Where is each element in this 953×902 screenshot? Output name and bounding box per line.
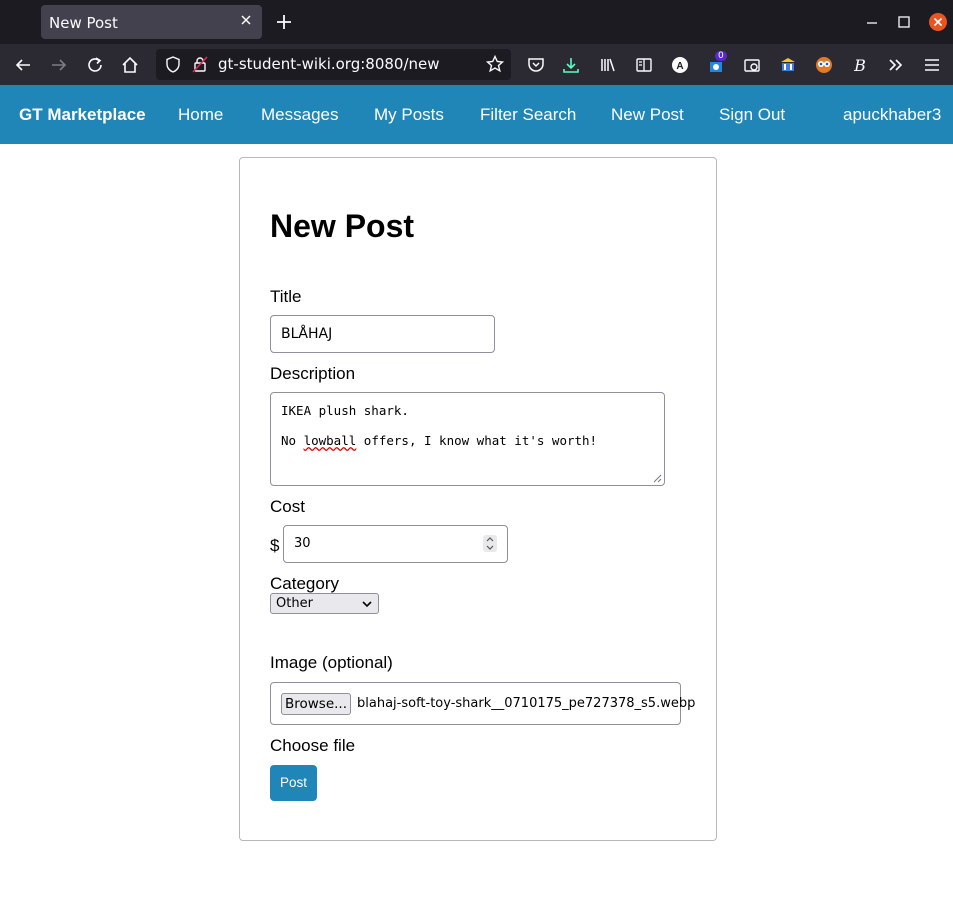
forward-icon[interactable] [48, 54, 70, 76]
cost-label: Cost [270, 497, 305, 516]
post-button[interactable]: Post [270, 765, 317, 801]
url-text: gt-student-wiki.org:8080/new [218, 55, 440, 73]
svg-text:A: A [676, 61, 683, 72]
image-label: Image (optional) [270, 653, 393, 672]
shield-icon[interactable] [165, 56, 181, 73]
image-file-input[interactable]: Browse... blahaj-soft-toy-shark__0710175… [270, 682, 695, 725]
library-icon[interactable] [597, 54, 619, 76]
description-line-2b: offers, I know what it's worth! [356, 433, 598, 448]
description-line-2a: No [281, 433, 304, 448]
new-tab-icon[interactable] [274, 12, 294, 32]
close-tab-icon[interactable] [238, 12, 254, 28]
description-textarea[interactable]: IKEA plush shark. No lowball offers, I k… [270, 392, 665, 486]
description-label: Description [270, 364, 356, 383]
nav-sign-out[interactable]: Sign Out [719, 105, 785, 125]
extension-badge-count: 0 [715, 51, 727, 61]
home-icon[interactable] [119, 54, 141, 76]
nav-home[interactable]: Home [178, 105, 223, 125]
browser-tab[interactable]: New Post [41, 5, 262, 39]
address-bar[interactable]: gt-student-wiki.org:8080/new [156, 49, 511, 80]
chevron-down-icon [362, 601, 372, 608]
category-label: Category [270, 574, 339, 593]
browser-tab-bar: New Post [0, 0, 953, 44]
site-navbar: GT Marketplace Home Messages My Posts Fi… [0, 85, 953, 144]
reload-icon[interactable] [84, 54, 106, 76]
downloads-icon[interactable] [560, 54, 582, 76]
script-b-extension-icon[interactable]: B [849, 54, 871, 76]
screenshot-icon[interactable] [741, 54, 763, 76]
page-title: New Post [270, 208, 415, 244]
overflow-chevrons-icon[interactable] [885, 54, 907, 76]
browse-button[interactable]: Browse... [281, 693, 351, 715]
nav-new-post[interactable]: New Post [611, 105, 684, 125]
title-label: Title [270, 287, 302, 306]
hamburger-menu-icon[interactable] [921, 54, 943, 76]
brand-link[interactable]: GT Marketplace [19, 105, 146, 125]
cost-input[interactable]: 30 [283, 525, 508, 563]
insecure-lock-icon[interactable] [192, 56, 208, 73]
misspelled-word: lowball [303, 433, 357, 448]
minimize-icon[interactable] [862, 12, 882, 32]
new-post-card: New Post Title BLÅHAJ Description IKEA p… [239, 157, 717, 841]
browser-toolbar: gt-student-wiki.org:8080/new A 0 B [0, 44, 953, 85]
nav-messages[interactable]: Messages [261, 105, 338, 125]
account-extension-icon[interactable]: A [669, 54, 691, 76]
tab-title: New Post [49, 14, 118, 32]
category-selected: Other [276, 596, 313, 611]
bookmark-star-icon[interactable] [486, 55, 504, 73]
bank-extension-icon[interactable] [777, 54, 799, 76]
resize-grip-icon[interactable] [653, 474, 662, 483]
currency-symbol: $ [270, 536, 280, 555]
close-window-icon[interactable] [928, 12, 948, 32]
title-input[interactable]: BLÅHAJ [270, 315, 495, 353]
selected-file-name: blahaj-soft-toy-shark__0710175_pe727378_… [357, 696, 696, 711]
nav-my-posts[interactable]: My Posts [374, 105, 444, 125]
maximize-icon[interactable] [894, 12, 914, 32]
pocket-icon[interactable] [525, 54, 547, 76]
number-spinner-icon[interactable] [483, 535, 497, 552]
nav-username[interactable]: apuckhaber3 [843, 105, 941, 125]
extension-badge-icon[interactable]: 0 [705, 51, 727, 76]
svg-text:B: B [853, 56, 866, 74]
description-line-1: IKEA plush shark. [281, 403, 409, 418]
cost-value: 30 [294, 536, 311, 551]
owl-extension-icon[interactable] [813, 54, 835, 76]
nav-filter-search[interactable]: Filter Search [480, 105, 576, 125]
category-select[interactable]: Other [270, 593, 379, 614]
back-icon[interactable] [12, 54, 34, 76]
reader-view-icon[interactable] [633, 54, 655, 76]
choose-file-label: Choose file [270, 736, 356, 755]
